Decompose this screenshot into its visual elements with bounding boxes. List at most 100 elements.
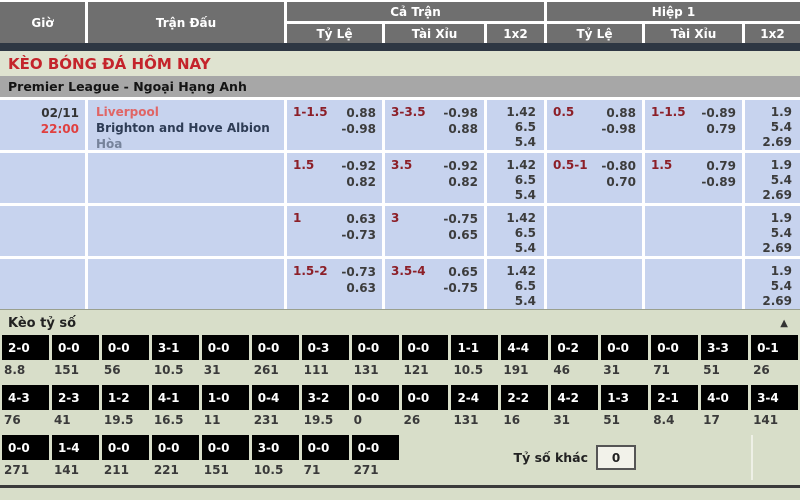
score-box[interactable]: 3-2 [302,385,349,410]
score-box[interactable]: 0-0 [152,435,199,460]
score-box[interactable]: 2-4 [451,385,498,410]
score-box[interactable]: 4-1 [152,385,199,410]
score-odds[interactable]: 151 [52,360,99,380]
score-box[interactable]: 0-0 [651,335,698,360]
score-odds[interactable]: 131 [451,410,498,430]
h1-1x2-odd[interactable]: 1.9 [771,264,792,279]
score-odds[interactable]: 51 [701,360,748,380]
score-odds[interactable]: 19.5 [302,410,349,430]
ft-1x2-odd[interactable]: 5.4 [515,188,536,203]
score-odds[interactable]: 10.5 [252,460,299,480]
score-odds[interactable]: 41 [52,410,99,430]
ft-over-under-odd[interactable]: 0.65 [448,227,478,243]
ft-1x2-odd[interactable]: 5.4 [515,135,536,150]
h1-1x2-odd[interactable]: 2.69 [762,188,792,203]
score-box[interactable]: 1-3 [601,385,648,410]
score-odds[interactable]: 271 [352,460,399,480]
score-box[interactable]: 4-3 [2,385,49,410]
score-odds[interactable]: 26 [751,360,798,380]
score-odds[interactable]: 131 [352,360,399,380]
score-odds[interactable]: 46 [551,360,598,380]
score-box[interactable]: 2-2 [501,385,548,410]
score-box[interactable]: 1-1 [451,335,498,360]
ft-handicap-odd[interactable]: -0.73 [341,264,376,280]
ft-handicap-odd[interactable]: 0.88 [346,105,376,121]
h1-1x2-odd[interactable]: 1.9 [771,211,792,226]
ft-handicap-odd[interactable]: -0.92 [341,158,376,174]
score-odds[interactable]: 231 [252,410,299,430]
score-box[interactable]: 0-0 [352,335,399,360]
score-box[interactable]: 0-0 [302,435,349,460]
away-team[interactable]: Brighton and Hove Albion [96,120,284,136]
score-box[interactable]: 0-0 [202,435,249,460]
score-odds[interactable]: 141 [751,410,798,430]
h1-1x2-odd[interactable]: 5.4 [771,226,792,241]
ft-1x2-odd[interactable]: 1.42 [506,158,536,173]
score-box[interactable]: 3-4 [751,385,798,410]
ft-1x2-odd[interactable]: 6.5 [515,120,536,135]
score-odds[interactable]: 8.4 [651,410,698,430]
h1-1x2-odd[interactable]: 1.9 [771,158,792,173]
ft-over-under-odd[interactable]: -0.75 [443,211,478,227]
score-odds[interactable]: 16 [501,410,548,430]
score-odds[interactable]: 141 [52,460,99,480]
ft-1x2-odd[interactable]: 5.4 [515,294,536,309]
score-box[interactable]: 0-0 [52,335,99,360]
score-odds[interactable]: 10.5 [152,360,199,380]
h1-over-under-odd[interactable]: -0.89 [701,105,736,121]
score-odds[interactable]: 31 [601,360,648,380]
score-odds[interactable]: 16.5 [152,410,199,430]
h1-handicap-odd[interactable]: -0.98 [601,121,636,137]
score-box[interactable]: 0-3 [302,335,349,360]
score-box[interactable]: 0-0 [102,435,149,460]
h1-1x2-odd[interactable]: 5.4 [771,120,792,135]
score-box[interactable]: 0-0 [352,435,399,460]
score-box[interactable]: 2-1 [651,385,698,410]
score-odds[interactable]: 111 [302,360,349,380]
score-odds[interactable]: 31 [202,360,249,380]
score-odds[interactable]: 56 [102,360,149,380]
ft-handicap-odd[interactable]: -0.98 [341,121,376,137]
score-odds[interactable]: 271 [2,460,49,480]
h1-over-under-odd[interactable]: 0.79 [706,158,736,174]
score-box[interactable]: 0-0 [102,335,149,360]
ft-over-under-odd[interactable]: 0.82 [448,174,478,190]
score-odds[interactable]: 76 [2,410,49,430]
score-box[interactable]: 4-4 [501,335,548,360]
h1-handicap-odd[interactable]: 0.70 [606,174,636,190]
score-box[interactable]: 0-0 [352,385,399,410]
score-odds[interactable]: 11 [202,410,249,430]
h1-over-under-odd[interactable]: -0.89 [701,174,736,190]
ft-over-under-odd[interactable]: -0.98 [443,105,478,121]
ft-handicap-odd[interactable]: -0.73 [341,227,376,243]
ft-over-under-odd[interactable]: 0.88 [448,121,478,137]
ft-1x2-odd[interactable]: 1.42 [506,105,536,120]
score-box[interactable]: 0-0 [402,335,449,360]
score-odds[interactable]: 17 [701,410,748,430]
score-box[interactable]: 4-0 [701,385,748,410]
h1-1x2-odd[interactable]: 5.4 [771,279,792,294]
score-box[interactable]: 1-4 [52,435,99,460]
score-box[interactable]: 2-3 [52,385,99,410]
score-box[interactable]: 1-2 [102,385,149,410]
score-box[interactable]: 0-4 [252,385,299,410]
h1-1x2-odd[interactable]: 2.69 [762,135,792,150]
h1-1x2-odd[interactable]: 1.9 [771,105,792,120]
h1-1x2-odd[interactable]: 2.69 [762,294,792,309]
score-odds[interactable]: 191 [501,360,548,380]
score-odds[interactable]: 121 [402,360,449,380]
score-box[interactable]: 0-1 [751,335,798,360]
score-box[interactable]: 0-2 [551,335,598,360]
score-odds[interactable]: 51 [601,410,648,430]
ft-1x2-odd[interactable]: 6.5 [515,173,536,188]
score-odds[interactable]: 71 [302,460,349,480]
score-odds[interactable]: 211 [102,460,149,480]
score-odds[interactable]: 261 [252,360,299,380]
score-box[interactable]: 0-0 [202,335,249,360]
ft-1x2-odd[interactable]: 6.5 [515,226,536,241]
h1-over-under-odd[interactable]: 0.79 [706,121,736,137]
score-box[interactable]: 0-0 [402,385,449,410]
ft-1x2-odd[interactable]: 5.4 [515,241,536,256]
score-odds[interactable]: 19.5 [102,410,149,430]
score-odds[interactable]: 31 [551,410,598,430]
